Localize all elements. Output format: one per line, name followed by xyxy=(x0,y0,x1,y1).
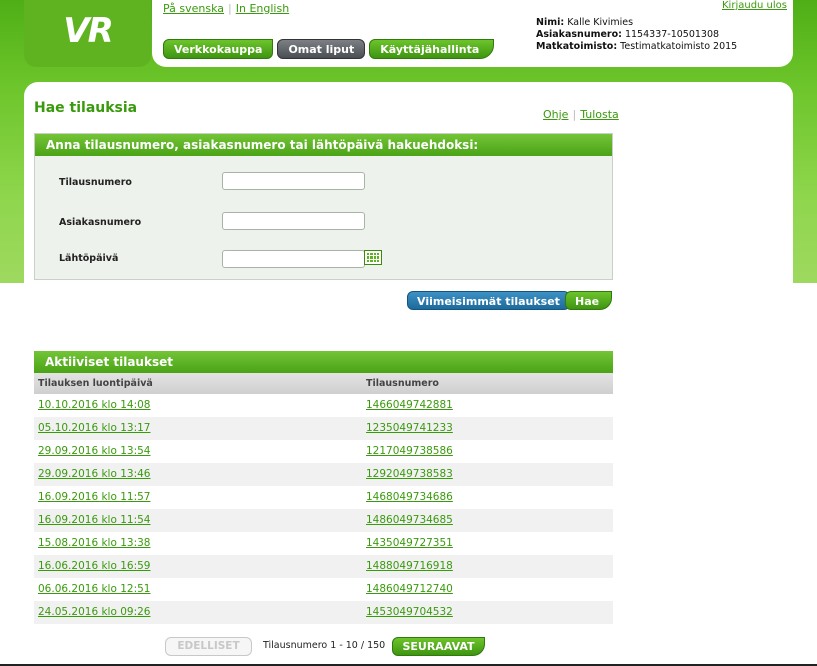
help-link[interactable]: Ohje xyxy=(543,108,568,121)
travel-agency-row: Matkatoimisto: Testimatkatoimisto 2015 xyxy=(536,41,737,53)
order-number-link[interactable]: 1486049712740 xyxy=(366,583,453,595)
table-row: 05.10.2016 klo 13:17 1235049741233 xyxy=(34,417,613,440)
order-number-link[interactable]: 1292049738583 xyxy=(366,468,453,480)
user-name-row: Nimi: Kalle Kivimies xyxy=(536,17,737,29)
table-row: 10.10.2016 klo 14:08 1466049742881 xyxy=(34,394,613,417)
order-number-link[interactable]: 1486049734685 xyxy=(366,514,453,526)
order-number-link[interactable]: 1217049738586 xyxy=(366,445,453,457)
table-row: 16.09.2016 klo 11:57 1468049734686 xyxy=(34,486,613,509)
user-name: Kalle Kivimies xyxy=(567,17,634,28)
lang-swedish-link[interactable]: På svenska xyxy=(163,2,224,15)
table-row: 06.06.2016 klo 12:51 1486049712740 xyxy=(34,578,613,601)
order-date-link[interactable]: 10.10.2016 klo 14:08 xyxy=(38,399,150,411)
order-number-link[interactable]: 1435049727351 xyxy=(366,537,453,549)
order-date-link[interactable]: 15.08.2016 klo 13:38 xyxy=(38,537,150,549)
customer-number: 1154337-10501308 xyxy=(624,29,720,40)
order-date-link[interactable]: 24.05.2016 klo 09:26 xyxy=(38,606,150,618)
help-links: Ohje | Tulosta xyxy=(543,108,619,121)
order-number-link[interactable]: 1235049741233 xyxy=(366,422,453,434)
departure-date-label: Lähtöpäivä xyxy=(59,253,119,264)
customer-number-field-label: Asiakasnumero xyxy=(59,217,142,228)
tab-kayttajahallinta[interactable]: Käyttäjähallinta xyxy=(369,39,495,59)
language-links: På svenska | In English xyxy=(163,2,289,15)
table-row: 16.09.2016 klo 11:54 1486049734685 xyxy=(34,509,613,532)
travel-agency: Testimatkatoimisto 2015 xyxy=(620,41,738,52)
search-form-header: Anna tilausnumero, asiakasnumero tai läh… xyxy=(35,134,612,156)
table-header-row: Tilauksen luontipäivä Tilausnumero xyxy=(34,373,613,394)
table-row: 15.08.2016 klo 13:38 1435049727351 xyxy=(34,532,613,555)
main-nav: Verkkokauppa Omat liput Käyttäjähallinta xyxy=(163,39,495,59)
lang-english-link[interactable]: In English xyxy=(236,2,289,15)
active-orders-table: Aktiiviset tilaukset Tilauksen luontipäi… xyxy=(34,351,613,624)
search-button[interactable]: Hae xyxy=(565,291,612,310)
order-date-link[interactable]: 06.06.2016 klo 12:51 xyxy=(38,583,150,595)
separator: | xyxy=(572,108,577,121)
pager-info: Tilausnumero 1 - 10 / 150 xyxy=(263,640,386,651)
order-date-link[interactable]: 16.09.2016 klo 11:54 xyxy=(38,514,150,526)
customer-number-row: Asiakasnumero: 1154337-10501308 xyxy=(536,29,737,41)
order-date-link[interactable]: 29.09.2016 klo 13:54 xyxy=(38,445,150,457)
order-number-link[interactable]: 1466049742881 xyxy=(366,399,453,411)
logout-link[interactable]: Kirjaudu ulos xyxy=(722,0,787,11)
order-number-link[interactable]: 1468049734686 xyxy=(366,491,453,503)
customer-number-label: Asiakasnumero: xyxy=(536,29,622,40)
order-date-link[interactable]: 05.10.2016 klo 13:17 xyxy=(38,422,150,434)
recent-orders-button[interactable]: Viimeisimmät tilaukset xyxy=(407,291,570,310)
tab-omat-liput[interactable]: Omat liput xyxy=(277,39,366,59)
customer-number-input[interactable] xyxy=(222,212,365,230)
order-date-link[interactable]: 29.09.2016 klo 13:46 xyxy=(38,468,150,480)
separator: | xyxy=(228,2,232,15)
page-title: Hae tilauksia xyxy=(34,100,138,116)
order-date-link[interactable]: 16.06.2016 klo 16:59 xyxy=(38,560,150,572)
print-link[interactable]: Tulosta xyxy=(580,108,619,121)
departure-date-input[interactable] xyxy=(222,250,365,268)
previous-page-button[interactable]: EDELLISET xyxy=(165,637,252,656)
order-date-link[interactable]: 16.09.2016 klo 11:57 xyxy=(38,491,150,503)
logo-text: VR xyxy=(63,10,113,51)
order-number-link[interactable]: 1488049716918 xyxy=(366,560,453,572)
order-number-input[interactable] xyxy=(222,172,365,190)
vr-logo[interactable]: VR xyxy=(24,0,151,67)
table-row: 29.09.2016 klo 13:46 1292049738583 xyxy=(34,463,613,486)
column-header-created: Tilauksen luontipäivä xyxy=(38,378,153,389)
table-body: 10.10.2016 klo 14:08 1466049742881 05.10.… xyxy=(34,394,613,624)
next-page-button[interactable]: SEURAAVAT xyxy=(392,637,485,656)
tab-verkkokauppa[interactable]: Verkkokauppa xyxy=(163,39,274,59)
user-info: Nimi: Kalle Kivimies Asiakasnumero: 1154… xyxy=(536,17,737,53)
search-form: Anna tilausnumero, asiakasnumero tai läh… xyxy=(34,133,613,280)
calendar-icon[interactable] xyxy=(364,250,382,265)
user-name-label: Nimi: xyxy=(536,17,565,28)
table-row: 16.06.2016 klo 16:59 1488049716918 xyxy=(34,555,613,578)
order-number-label: Tilausnumero xyxy=(59,177,132,188)
column-header-number: Tilausnumero xyxy=(366,378,439,389)
order-number-link[interactable]: 1453049704532 xyxy=(366,606,453,618)
table-row: 24.05.2016 klo 09:26 1453049704532 xyxy=(34,601,613,624)
table-row: 29.09.2016 klo 13:54 1217049738586 xyxy=(34,440,613,463)
active-orders-header: Aktiiviset tilaukset xyxy=(34,351,613,373)
travel-agency-label: Matkatoimisto: xyxy=(536,41,618,52)
